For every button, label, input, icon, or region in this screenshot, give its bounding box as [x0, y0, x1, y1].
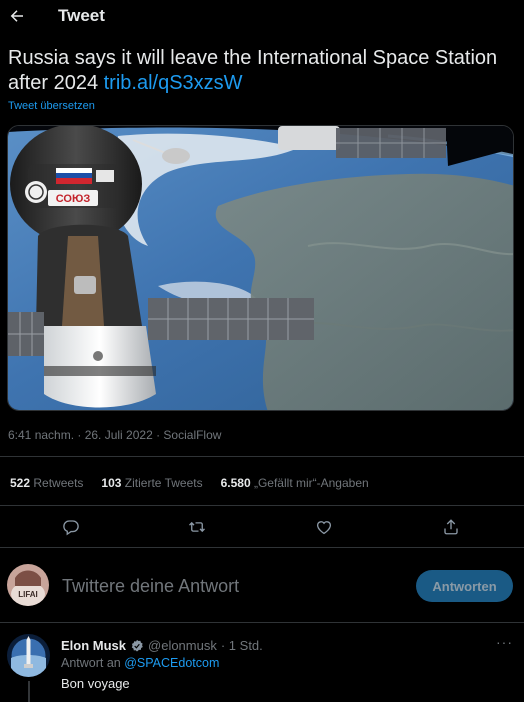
verified-icon [131, 639, 143, 652]
retweets-label: Retweets [33, 476, 84, 490]
reply-tweet[interactable]: Elon Musk @elonmusk · 1 Std. ··· Antwort… [0, 624, 524, 702]
top-bar: Tweet [0, 0, 524, 32]
tweet-timestamp[interactable]: 6:41 nachm. · 26. Juli 2022 · SocialFlow [8, 428, 221, 442]
retweets-stat[interactable]: 522 Retweets [10, 476, 83, 490]
reply-to-line: Antwort an @SPACEdotcom [61, 656, 219, 670]
back-button[interactable] [2, 0, 32, 32]
reply-submit-button[interactable]: Antworten [416, 570, 513, 602]
arrow-left-icon [10, 10, 23, 22]
quotes-stat[interactable]: 103 Zitierte Tweets [101, 476, 202, 490]
divider [0, 622, 524, 623]
tweet-text: Russia says it will leave the Internatio… [8, 46, 520, 96]
more-icon: ··· [496, 634, 513, 650]
reply-time[interactable]: · 1 Std. [221, 638, 263, 653]
user-avatar-image: LIFAI [7, 564, 49, 606]
author-handle[interactable]: @elonmusk [148, 638, 217, 653]
more-options-button[interactable]: ··· [496, 634, 513, 650]
tweet-media-image[interactable]: СОЮЗ [7, 125, 514, 411]
retweet-button[interactable] [186, 516, 208, 538]
reply-input[interactable]: Twittere deine Antwort [62, 576, 239, 597]
retweets-count: 522 [10, 476, 31, 490]
page-title: Tweet [58, 6, 105, 25]
translate-link[interactable]: Tweet übersetzen [8, 100, 95, 112]
reply-composer: LIFAI Twittere deine Antwort Antworten [0, 548, 524, 622]
likes-stat[interactable]: 6.580 „Gefällt mir“-Angaben [221, 476, 369, 490]
divider [0, 456, 524, 457]
reply-icon [63, 520, 79, 536]
like-icon [316, 521, 332, 535]
like-button[interactable] [313, 516, 335, 538]
avatar[interactable]: LIFAI [7, 564, 49, 606]
quotes-count: 103 [101, 476, 122, 490]
thread-line [28, 681, 30, 702]
quotes-label: Zitierte Tweets [124, 476, 203, 490]
tweet-action-bar [0, 506, 524, 546]
reply-header: Elon Musk @elonmusk · 1 Std. [61, 638, 263, 653]
svg-text:LIFAI: LIFAI [18, 590, 38, 599]
avatar[interactable] [7, 634, 50, 677]
svg-text:СОЮЗ: СОЮЗ [56, 193, 91, 205]
share-button[interactable] [440, 516, 462, 538]
elon-avatar-image [7, 634, 50, 677]
reply-button[interactable] [60, 516, 82, 538]
reply-to-prefix: Antwort an [61, 656, 125, 670]
reply-text: Bon voyage [61, 676, 130, 691]
likes-label: „Gefällt mir“-Angaben [253, 476, 369, 490]
likes-count: 6.580 [220, 476, 251, 490]
tweet-stats: 522 Retweets 103 Zitierte Tweets 6.580 „… [10, 476, 369, 490]
author-name[interactable]: Elon Musk [61, 638, 126, 653]
retweet-icon [189, 521, 205, 533]
reply-to-mention[interactable]: @SPACEdotcom [124, 656, 219, 670]
space-photo: СОЮЗ [8, 126, 513, 410]
share-icon [444, 519, 458, 535]
tweet-link[interactable]: trib.al/qS3xzsW [104, 72, 243, 94]
tweet-body: Russia says it will leave the Internatio… [8, 47, 498, 94]
